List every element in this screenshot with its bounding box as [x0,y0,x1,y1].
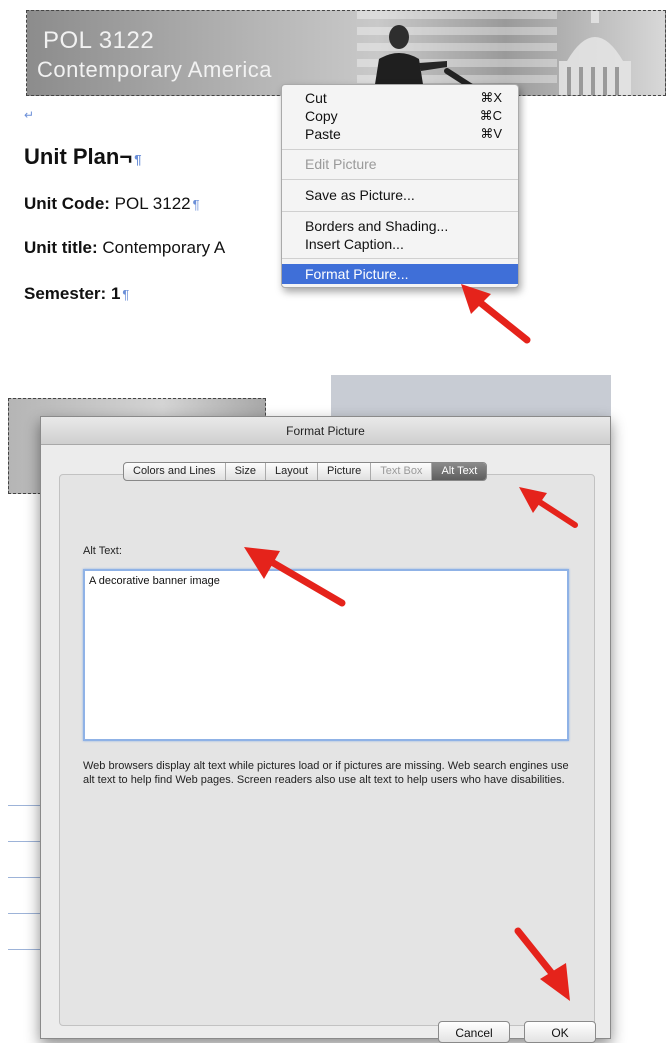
menu-item-insert-caption[interactable]: Insert Caption... [282,235,518,253]
semester-line: Semester: 1 ¶ [24,284,129,304]
unit-title-label: Unit title: [24,238,98,257]
alt-text-label: Alt Text: [83,545,122,557]
red-pointer-arrow-icon [461,284,531,344]
tab-size[interactable]: Size [226,463,266,480]
heading-text: Unit Plan¬ [24,144,133,169]
unit-code-value: POL 3122 [114,194,191,213]
menu-item-shortcut: ⌘V [480,126,502,141]
return-arrow-icon: ↵ [24,108,35,122]
context-menu: Cut ⌘X Copy ⌘C Paste ⌘V Edit Picture Sav… [281,84,519,288]
tab-alt-text[interactable]: Alt Text [432,463,487,480]
format-picture-screen: Format Picture Colors and Lines Size Lay… [0,375,667,1043]
semester-value: 1 [110,284,121,303]
menu-item-label: Format Picture... [305,266,409,282]
banner-title: POL 3122 [43,27,155,54]
word-document-view: POL 3122 Contemporary America ↵ Unit Pla… [0,0,667,370]
menu-separator [282,149,518,150]
unit-code-label: Unit Code: [24,194,110,213]
menu-item-label: Copy [305,108,338,124]
menu-item-label: Paste [305,126,341,142]
unit-plan-heading: Unit Plan¬ ¶ [24,144,141,170]
menu-item-shortcut: ⌘X [480,90,502,105]
menu-item-edit-picture: Edit Picture [282,155,518,173]
semester-label: Semester: [24,284,107,303]
unit-title-line: Unit title: Contemporary A [24,238,225,258]
tab-text-box: Text Box [371,463,433,480]
pilcrow-icon: ¶ [192,197,200,212]
menu-item-paste[interactable]: Paste ⌘V [282,125,518,143]
ok-button[interactable]: OK [524,1021,596,1043]
menu-item-label: Edit Picture [305,156,377,172]
menu-item-label: Borders and Shading... [305,218,449,234]
menu-item-copy[interactable]: Copy ⌘C [282,107,518,125]
dialog-titlebar[interactable]: Format Picture [41,417,610,445]
menu-item-borders-and-shading[interactable]: Borders and Shading... [282,217,518,235]
background-line [8,841,43,842]
alt-text-help: Web browsers display alt text while pict… [83,760,569,786]
tab-colors-and-lines[interactable]: Colors and Lines [124,463,226,480]
background-line [8,913,43,914]
red-pointer-arrow-icon [514,927,570,1001]
menu-separator [282,211,518,212]
tab-picture[interactable]: Picture [318,463,372,480]
dialog-title: Format Picture [286,424,365,438]
menu-item-shortcut: ⌘C [479,108,502,123]
tab-bar: Colors and Lines Size Layout Picture Tex… [123,462,488,481]
menu-item-cut[interactable]: Cut ⌘X [282,89,518,107]
menu-item-save-as-picture[interactable]: Save as Picture... [282,186,518,204]
menu-item-label: Save as Picture... [305,187,415,203]
banner-subtitle: Contemporary America [37,57,272,82]
red-pointer-arrow-icon [519,487,578,528]
menu-separator [282,179,518,180]
menu-separator [282,258,518,259]
cancel-button[interactable]: Cancel [438,1021,510,1043]
menu-item-label: Cut [305,90,327,106]
pilcrow-icon: ¶ [134,152,142,167]
background-line [8,805,43,806]
background-line [8,949,43,950]
tab-layout[interactable]: Layout [266,463,318,480]
red-pointer-arrow-icon [244,547,346,607]
unit-code-line: Unit Code: POL 3122 ¶ [24,194,200,214]
menu-item-label: Insert Caption... [305,236,404,252]
background-line [8,877,43,878]
pilcrow-icon: ¶ [122,287,130,302]
unit-title-value: Contemporary A [102,238,226,257]
